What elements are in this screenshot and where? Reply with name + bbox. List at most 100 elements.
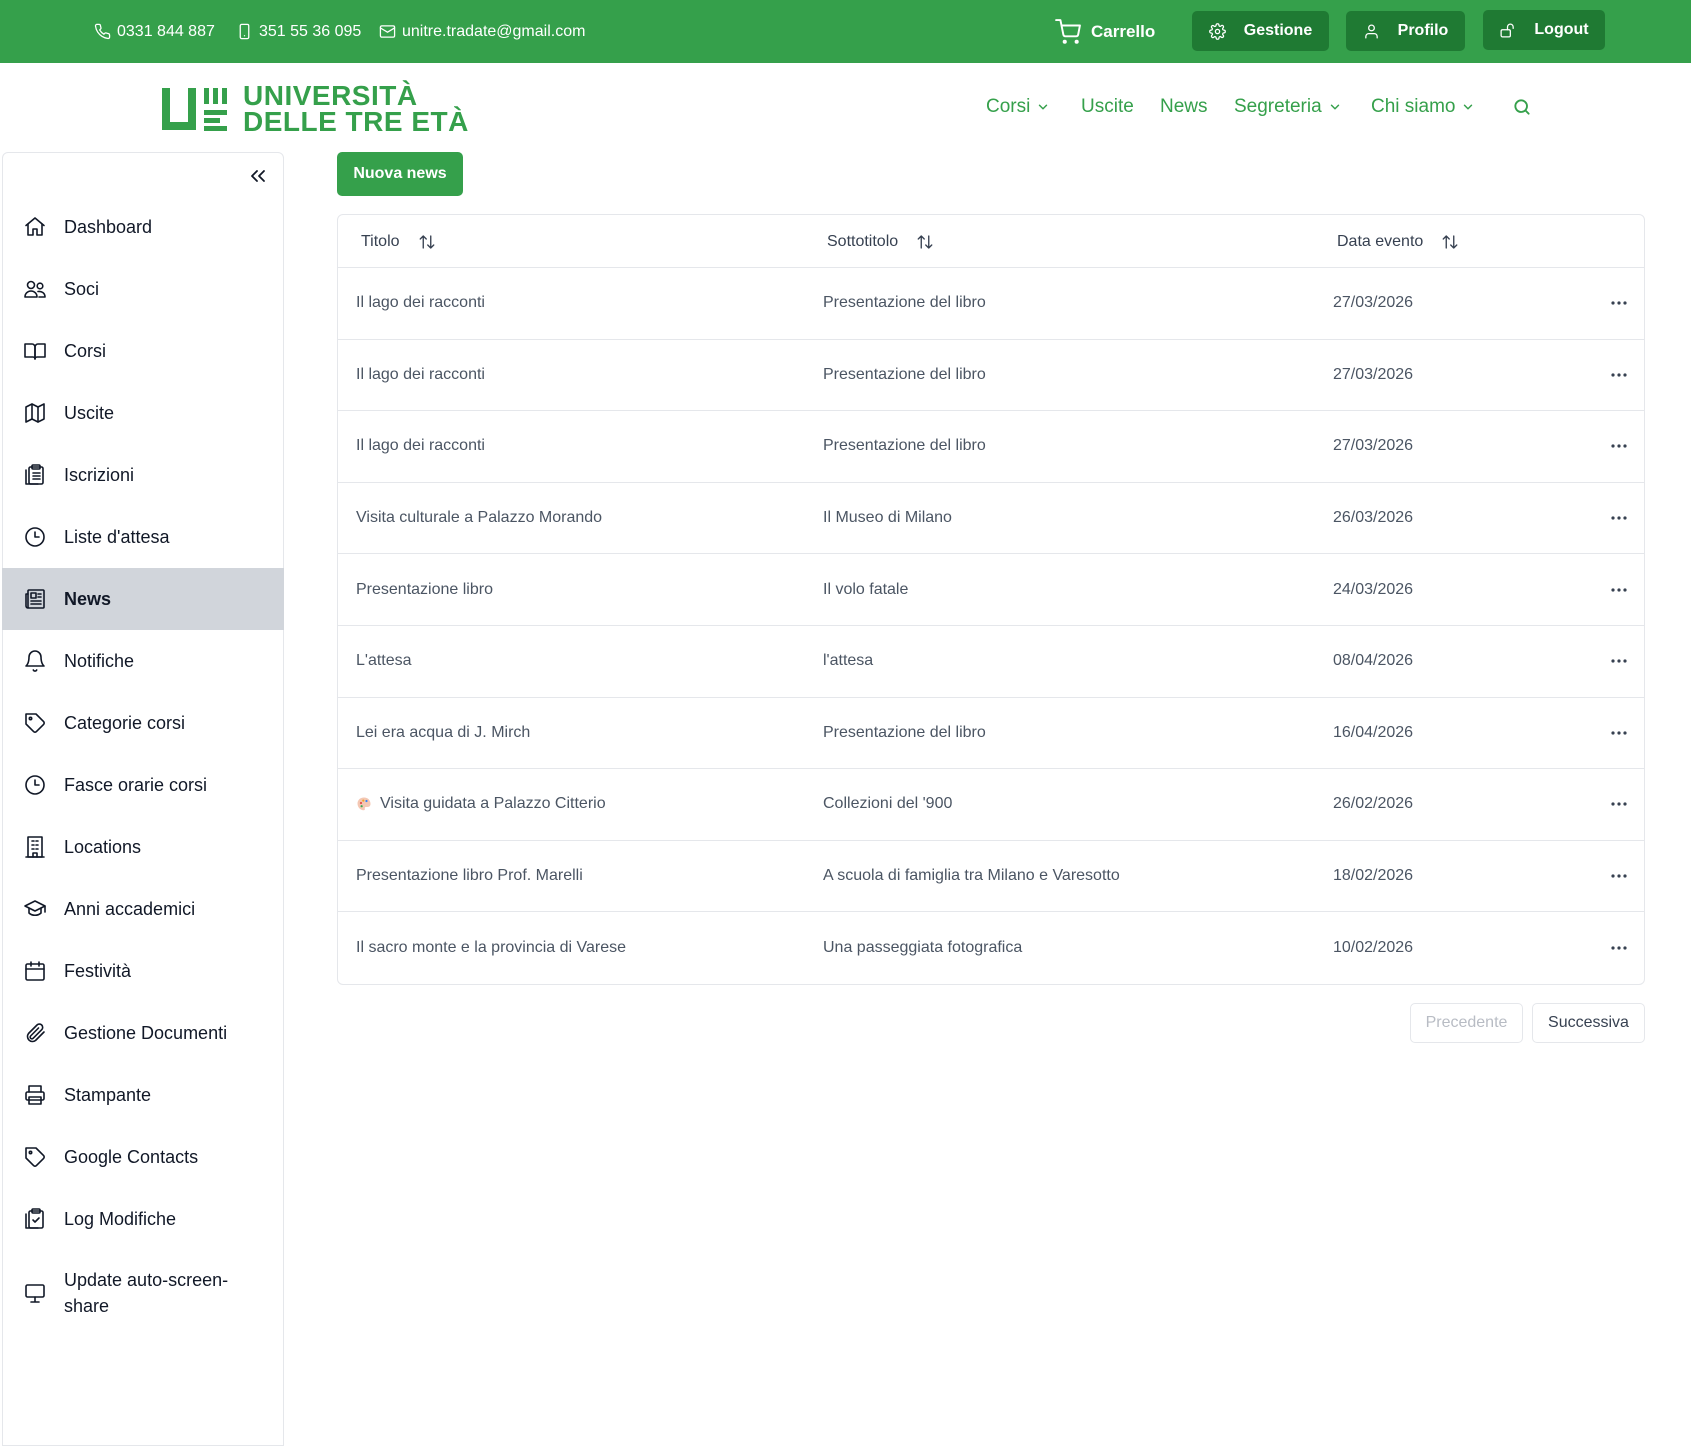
table-row[interactable]: Il lago dei racconti Presentazione del l…: [338, 268, 1644, 340]
logout-button[interactable]: Logout: [1483, 10, 1605, 50]
sidebar-item-uscite[interactable]: Uscite: [2, 382, 284, 444]
cell-titolo: Lei era acqua di J. Mirch: [356, 723, 531, 741]
cell-data: 10/02/2026: [1333, 939, 1414, 957]
cell-titolo: Il sacro monte e la provincia di Varese: [356, 939, 627, 957]
new-news-button[interactable]: Nuova news: [337, 152, 463, 196]
email-address: unitre.tradate@gmail.com: [402, 22, 586, 40]
sidebar-item-label: Notifiche: [64, 651, 135, 671]
sidebar-item-locations[interactable]: Locations: [2, 816, 284, 878]
cell-data: 26/03/2026: [1333, 509, 1414, 527]
profilo-button[interactable]: Profilo: [1346, 11, 1465, 51]
chevrons-left-icon[interactable]: [246, 164, 270, 188]
more-horizontal-icon: [1611, 802, 1627, 807]
sidebar-item-label: Iscrizioni: [64, 465, 135, 485]
sidebar-item-gestione-documenti[interactable]: Gestione Documenti: [2, 1002, 284, 1064]
more-horizontal-icon: [1611, 946, 1627, 950]
table-row[interactable]: L'attesa l'attesa 08/04/2026: [338, 626, 1644, 698]
site-logo[interactable]: UNIVERSITÀ DELLE TRE ETÀ: [160, 82, 469, 136]
column-sottotitolo[interactable]: Sottotitolo: [827, 215, 934, 268]
sidebar-item-label: Anni accademici: [64, 899, 196, 919]
sidebar-item-label: Fasce orarie corsi: [64, 775, 208, 795]
nav-corsi[interactable]: Corsi: [986, 94, 1050, 120]
table-row[interactable]: Presentazione libro Prof. Marelli A scuo…: [338, 841, 1644, 913]
chevron-down-icon: [1464, 104, 1473, 110]
sidebar-item-label: Liste d'attesa: [64, 527, 170, 547]
sidebar-item-notifiche[interactable]: Notifiche: [2, 630, 284, 692]
cell-titolo: Il lago dei racconti: [356, 437, 485, 455]
sidebar-item-soci[interactable]: Soci: [2, 258, 284, 320]
sidebar-item-label: News: [64, 589, 112, 609]
nav-news[interactable]: News: [1160, 94, 1208, 120]
cell-sottotitolo: Una passeggiata fotografica: [823, 939, 1023, 957]
row-actions[interactable]: [1610, 483, 1628, 554]
unitre-logo-icon: [162, 88, 227, 131]
sidebar-item-liste-attesa[interactable]: Liste d'attesa: [2, 506, 284, 568]
cell-titolo: Visita guidata a Palazzo Citterio: [356, 769, 606, 840]
table-row[interactable]: Il lago dei racconti Presentazione del l…: [338, 411, 1644, 483]
row-actions[interactable]: [1610, 769, 1628, 840]
column-titolo[interactable]: Titolo: [361, 215, 436, 268]
sidebar-item-news[interactable]: News: [2, 568, 284, 630]
nav-segreteria-label: Segreteria: [1234, 96, 1322, 117]
cell-sottotitolo: l'attesa: [823, 652, 874, 670]
gestione-button[interactable]: Gestione: [1192, 11, 1329, 51]
cell-data: 27/03/2026: [1333, 294, 1414, 312]
sidebar-item-anni-accademici[interactable]: Anni accademici: [2, 878, 284, 940]
cell-data: 16/04/2026: [1333, 723, 1414, 741]
cell-sottotitolo: Presentazione del libro: [823, 294, 986, 312]
sidebar-item-fasce-orarie[interactable]: Fasce orarie corsi: [2, 754, 284, 816]
clipboard-check-icon: [22, 1206, 48, 1232]
email-contact[interactable]: unitre.tradate@gmail.com: [379, 0, 585, 63]
users-icon: [22, 276, 48, 302]
cell-sottotitolo: Collezioni del '900: [823, 795, 953, 813]
sidebar-item-categorie-corsi[interactable]: Categorie corsi: [2, 692, 284, 754]
gear-icon: [1208, 22, 1226, 40]
table-row[interactable]: Il lago dei racconti Presentazione del l…: [338, 340, 1644, 412]
table-header: Titolo Sottotitolo Data evento: [338, 215, 1644, 268]
row-actions[interactable]: [1610, 340, 1628, 411]
column-data-evento[interactable]: Data evento: [1337, 215, 1459, 268]
table-row[interactable]: Visita culturale a Palazzo Morando Il Mu…: [338, 483, 1644, 555]
news-table: Titolo Sottotitolo Data evento Il lago d…: [337, 214, 1645, 985]
sidebar-item-label: Festività: [64, 961, 132, 981]
table-row[interactable]: Presentazione libro Il volo fatale 24/03…: [338, 554, 1644, 626]
chevron-down-icon: [1330, 104, 1339, 110]
nav-uscite[interactable]: Uscite: [1081, 94, 1134, 120]
sidebar-item-label: Dashboard: [64, 217, 153, 237]
building-icon: [22, 834, 48, 860]
sidebar-item-label: Google Contacts: [64, 1147, 199, 1167]
sidebar-item-iscrizioni[interactable]: Iscrizioni: [2, 444, 284, 506]
row-actions[interactable]: [1610, 554, 1628, 625]
tag-icon: [22, 710, 48, 736]
sidebar-item-log-modifiche[interactable]: Log Modifiche: [2, 1188, 284, 1250]
row-actions[interactable]: [1610, 841, 1628, 912]
sidebar-item-festivita[interactable]: Festività: [2, 940, 284, 1002]
next-page-button[interactable]: Successiva: [1532, 1003, 1645, 1043]
clipboard-list-icon: [22, 462, 48, 488]
sidebar-item-stampante[interactable]: Stampante: [2, 1064, 284, 1126]
top-bar: 0331 844 887 351 55 36 095 unitre.tradat…: [0, 0, 1691, 63]
table-row[interactable]: Il sacro monte e la provincia di Varese …: [338, 912, 1644, 984]
mobile-contact[interactable]: 351 55 36 095: [236, 0, 361, 63]
phone-icon: [94, 23, 111, 40]
cell-data: 27/03/2026: [1333, 437, 1414, 455]
nav-segreteria[interactable]: Segreteria: [1234, 94, 1342, 120]
sidebar-item-corsi[interactable]: Corsi: [2, 320, 284, 382]
table-row[interactable]: Visita guidata a Palazzo Citterio Collez…: [338, 769, 1644, 841]
more-horizontal-icon: [1611, 874, 1627, 878]
sidebar-item-dashboard[interactable]: Dashboard: [2, 196, 284, 258]
table-row[interactable]: Lei era acqua di J. Mirch Presentazione …: [338, 698, 1644, 770]
nav-chi-siamo[interactable]: Chi siamo: [1371, 94, 1475, 120]
search-icon[interactable]: [1512, 97, 1532, 117]
row-actions[interactable]: [1610, 912, 1628, 984]
row-actions[interactable]: [1610, 411, 1628, 482]
sidebar-item-update-screen-share[interactable]: Update auto-screen-share: [2, 1262, 284, 1324]
phone-contact[interactable]: 0331 844 887: [94, 0, 215, 63]
cart-link[interactable]: Carrello: [1055, 0, 1155, 63]
row-actions[interactable]: [1610, 626, 1628, 697]
row-actions[interactable]: [1610, 698, 1628, 769]
map-icon: [22, 400, 48, 426]
row-actions[interactable]: [1610, 268, 1628, 339]
previous-page-button[interactable]: Precedente: [1410, 1003, 1523, 1043]
sidebar-item-google-contacts[interactable]: Google Contacts: [2, 1126, 284, 1188]
